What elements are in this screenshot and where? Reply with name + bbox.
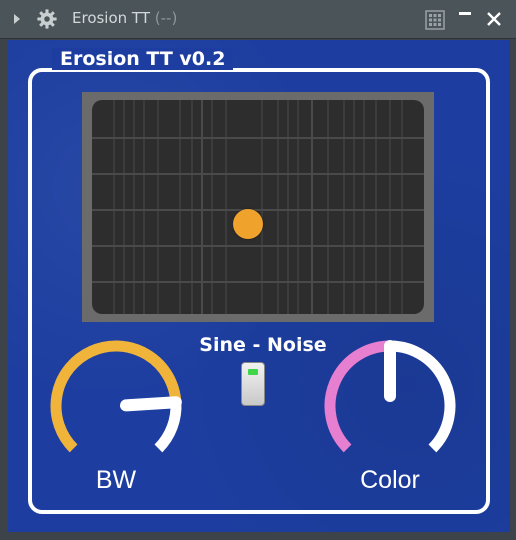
bw-knob[interactable] <box>46 336 186 476</box>
plugin-panel: Erosion TT v0.2 Sine - Noise BW Color <box>8 40 510 532</box>
window-title-text: Erosion TT <box>72 9 150 27</box>
xy-pad-frame <box>82 92 434 322</box>
window-title-subtitle: (--) <box>154 9 178 27</box>
color-knob-track-arc <box>389 340 456 453</box>
grid-icon[interactable] <box>425 10 445 30</box>
color-knob-value-arc <box>324 340 391 453</box>
bw-knob-label: BW <box>95 466 137 494</box>
xy-pad-handle[interactable] <box>233 209 264 240</box>
toggle-led <box>248 369 258 375</box>
xy-pad-grid <box>92 100 424 314</box>
color-knob[interactable] <box>320 336 460 476</box>
expand-arrow-icon[interactable] <box>12 12 22 26</box>
xy-pad[interactable] <box>92 100 424 314</box>
minimize-icon[interactable] <box>458 8 472 22</box>
gear-icon[interactable] <box>36 8 58 30</box>
plugin-title: Erosion TT v0.2 <box>52 48 234 70</box>
bw-knob-value-arc <box>50 340 182 453</box>
close-icon[interactable] <box>485 10 503 28</box>
color-knob-label: Color <box>360 466 420 494</box>
sine-noise-toggle[interactable] <box>241 362 265 406</box>
window-titlebar: Erosion TT (--) <box>0 0 516 39</box>
bw-knob-pointer <box>119 396 182 412</box>
window-title: Erosion TT (--) <box>72 9 177 27</box>
